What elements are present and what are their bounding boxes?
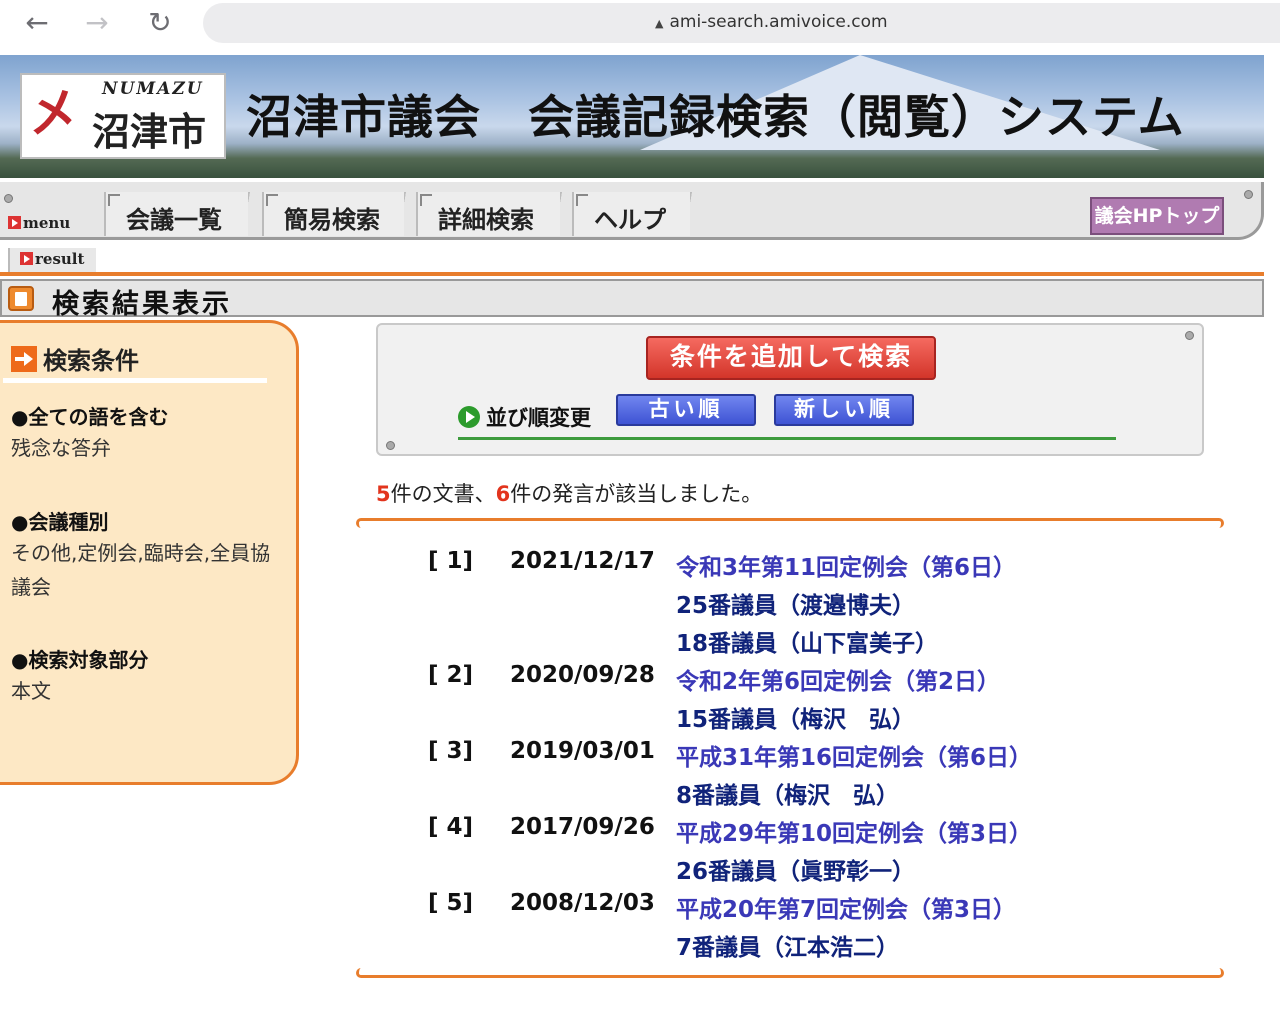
sort-newest-button[interactable]: 新しい順	[774, 394, 914, 426]
condition-label: ●全ての語を含む	[11, 405, 169, 429]
speaker-link[interactable]: 25番議員（渡邉博夫）	[676, 586, 915, 620]
speaker-link[interactable]: 7番議員（江本浩二）	[676, 928, 899, 962]
search-controls: 条件を追加して検索 並び順変更 古い順 新しい順	[376, 323, 1204, 456]
meeting-link[interactable]: 平成31年第16回定例会（第6日）	[676, 738, 1032, 772]
speaker-link[interactable]: 18番議員（山下富美子）	[676, 624, 938, 658]
condition-value: 残念な答弁	[11, 436, 111, 460]
url-value: ami-search.amivoice.com	[669, 12, 888, 32]
city-emblem-icon: 㐅	[28, 84, 81, 145]
result-arrow-icon	[20, 252, 33, 265]
result-index: [ 5]	[428, 890, 474, 916]
divider	[458, 437, 1116, 440]
summary-text: 件の文書、	[390, 482, 496, 506]
result-date: 2021/12/17	[510, 548, 655, 574]
sort-label: 並び順変更	[458, 402, 591, 432]
logo-english: NUMAZU	[102, 79, 204, 99]
divider	[3, 378, 267, 383]
divider	[0, 272, 1264, 276]
sort-label-text: 並び順変更	[486, 406, 591, 430]
result-date: 2017/09/26	[510, 814, 655, 840]
corner-dot-icon	[1244, 190, 1253, 199]
add-condition-search-button[interactable]: 条件を追加して検索	[646, 336, 936, 380]
conditions-title: 検索条件	[11, 341, 139, 376]
search-conditions-panel: 検索条件 ●全ての語を含む 残念な答弁 ●会議種別 その他,定例会,臨時会,全員…	[0, 320, 299, 785]
meeting-link[interactable]: 令和2年第6回定例会（第2日）	[676, 662, 1000, 696]
speaker-link[interactable]: 8番議員（梅沢 弘）	[676, 776, 899, 810]
logo-japanese: 沼津市	[92, 109, 207, 154]
reload-icon[interactable]: ↻	[143, 6, 177, 40]
corner-dot-icon	[386, 441, 395, 450]
browser-toolbar: ← → ↻ ▲ ami-search.amivoice.com	[0, 0, 1280, 46]
result-index: [ 2]	[428, 662, 474, 688]
back-arrow-icon[interactable]: ←	[20, 6, 54, 40]
tab-detailed-search[interactable]: 詳細検索	[416, 192, 574, 236]
main-menu: menu 会議一覧 簡易検索 詳細検索 ヘルプ	[0, 182, 1264, 240]
menu-label-text: menu	[23, 214, 71, 232]
lock-icon: ▲	[655, 17, 664, 30]
result-index: [ 1]	[428, 548, 474, 574]
condition-label: ●会議種別	[11, 510, 109, 534]
condition-value: その他,定例会,臨時会,全員協議会	[11, 541, 271, 599]
corner-dot-icon	[4, 194, 13, 203]
result-date: 2008/12/03	[510, 890, 655, 916]
document-icon	[8, 286, 34, 311]
arrow-right-icon	[11, 346, 37, 372]
condition-value: 本文	[11, 679, 51, 703]
tab-meeting-list[interactable]: 会議一覧	[104, 192, 262, 236]
results-frame-top	[356, 518, 1224, 528]
result-index: [ 4]	[428, 814, 474, 840]
result-index: [ 3]	[428, 738, 474, 764]
result-header: 検索結果表示	[0, 279, 1264, 320]
address-bar[interactable]: ▲ ami-search.amivoice.com	[203, 3, 1280, 43]
result-tab-label: result	[35, 250, 85, 268]
menu-arrow-icon	[8, 216, 21, 229]
url-text: ▲ ami-search.amivoice.com	[655, 12, 888, 32]
forward-arrow-icon[interactable]: →	[80, 6, 114, 40]
site-banner: 㐅 NUMAZU 沼津市 沼津市議会 会議記録検索（閲覧）システム	[0, 55, 1264, 178]
corner-dot-icon	[1185, 331, 1194, 340]
menu-label: menu	[8, 214, 70, 232]
summary-text: 件の発言が該当しました。	[510, 482, 763, 506]
meeting-link[interactable]: 平成29年第10回定例会（第3日）	[676, 814, 1032, 848]
numazu-logo[interactable]: 㐅 NUMAZU 沼津市	[20, 73, 226, 159]
council-hp-top-button[interactable]: 議会HPトップ	[1090, 197, 1224, 235]
result-date: 2020/09/28	[510, 662, 655, 688]
speech-count: 6	[495, 482, 511, 506]
condition-label: ●検索対象部分	[11, 648, 149, 672]
speaker-link[interactable]: 26番議員（眞野彰一）	[676, 852, 915, 886]
meeting-link[interactable]: 令和3年第11回定例会（第6日）	[676, 548, 1016, 582]
play-icon	[458, 406, 480, 428]
sort-oldest-button[interactable]: 古い順	[616, 394, 756, 426]
site-title: 沼津市議会 会議記録検索（閲覧）システム	[246, 90, 1185, 144]
results-frame-bottom	[356, 968, 1224, 978]
tab-help[interactable]: ヘルプ	[572, 192, 704, 236]
document-count: 5	[376, 482, 391, 506]
conditions-title-text: 検索条件	[43, 347, 139, 375]
result-tab: result	[8, 248, 96, 273]
tab-simple-search[interactable]: 簡易検索	[262, 192, 418, 236]
page-title: 検索結果表示	[52, 289, 232, 320]
speaker-link[interactable]: 15番議員（梅沢 弘）	[676, 700, 915, 734]
meeting-link[interactable]: 平成20年第7回定例会（第3日）	[676, 890, 1016, 924]
result-summary: 5件の文書、6件の発言が該当しました。	[376, 478, 762, 508]
result-date: 2019/03/01	[510, 738, 655, 764]
